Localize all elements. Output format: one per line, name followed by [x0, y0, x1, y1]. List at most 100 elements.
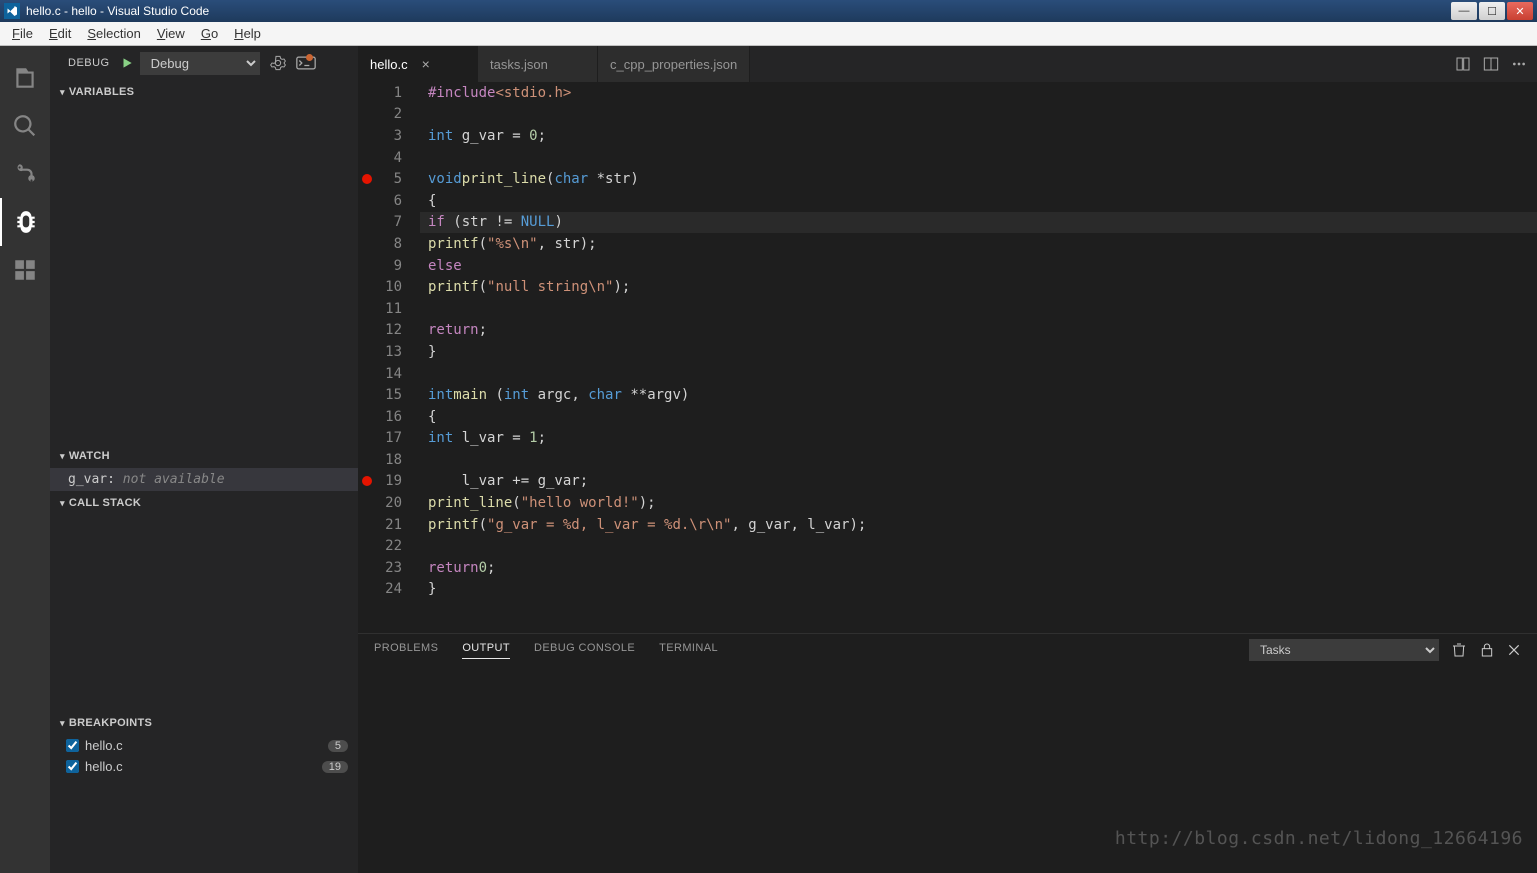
breakpoint-slot[interactable]: [358, 492, 376, 514]
breakpoint-slot[interactable]: [358, 557, 376, 579]
breakpoint-slot[interactable]: [358, 449, 376, 471]
code-line[interactable]: [420, 147, 1537, 169]
editor-tab[interactable]: c_cpp_properties.json: [598, 46, 750, 82]
callstack-section-header[interactable]: ▾ CALL STACK: [50, 491, 358, 515]
breakpoint-slot[interactable]: [358, 579, 376, 601]
close-button[interactable]: ✕: [1507, 2, 1533, 20]
breakpoint-slot[interactable]: [358, 125, 376, 147]
breakpoints-section-header[interactable]: ▾ BREAKPOINTS: [50, 711, 358, 735]
variables-section-header[interactable]: ▾ VARIABLES: [50, 80, 358, 104]
code-line[interactable]: }: [420, 579, 1537, 601]
breakpoint-slot[interactable]: [358, 212, 376, 234]
breakpoint-item[interactable]: hello.c19: [50, 756, 358, 777]
code-line[interactable]: {: [420, 406, 1537, 428]
clear-output-icon[interactable]: [1451, 642, 1467, 658]
code-line[interactable]: void print_line(char *str): [420, 168, 1537, 190]
code-line[interactable]: print_line("hello world!");: [420, 492, 1537, 514]
breakpoint-slot[interactable]: [358, 320, 376, 342]
breakpoint-slot[interactable]: [358, 190, 376, 212]
code-line[interactable]: printf("%s\n", str);: [420, 233, 1537, 255]
breakpoint-line: 19: [322, 761, 348, 773]
panel-tab-problems[interactable]: PROBLEMS: [374, 642, 438, 658]
line-number: 4: [376, 147, 420, 169]
start-debug-icon[interactable]: [120, 56, 134, 70]
breakpoint-slot[interactable]: [358, 406, 376, 428]
breakpoint-slot[interactable]: [358, 341, 376, 363]
minimize-button[interactable]: —: [1451, 2, 1477, 20]
code-editor[interactable]: 123456789101112131415161718192021222324 …: [358, 82, 1537, 633]
menu-edit[interactable]: Edit: [41, 24, 79, 43]
code-line[interactable]: l_var += g_var;: [420, 471, 1537, 493]
watch-body: g_var: not available: [50, 468, 358, 491]
breakpoint-slot[interactable]: [358, 82, 376, 104]
breakpoint-slot[interactable]: [358, 471, 376, 493]
editor-tab[interactable]: tasks.json: [478, 46, 598, 82]
breakpoint-slot[interactable]: [358, 276, 376, 298]
code-line[interactable]: return 0;: [420, 557, 1537, 579]
activity-scm[interactable]: [0, 150, 50, 198]
code-line[interactable]: if (str != NULL): [420, 212, 1537, 234]
code-line[interactable]: #include <stdio.h>: [420, 82, 1537, 104]
watch-section-header[interactable]: ▾ WATCH: [50, 444, 358, 468]
maximize-button[interactable]: ☐: [1479, 2, 1505, 20]
code-line[interactable]: [420, 363, 1537, 385]
menu-help[interactable]: Help: [226, 24, 269, 43]
breakpoint-gutter[interactable]: [358, 82, 376, 633]
code-line[interactable]: }: [420, 341, 1537, 363]
code-content[interactable]: #include <stdio.h> int g_var = 0; void pri…: [420, 82, 1537, 633]
compare-icon[interactable]: [1455, 56, 1471, 72]
line-number: 13: [376, 341, 420, 363]
line-number: 6: [376, 190, 420, 212]
code-line[interactable]: {: [420, 190, 1537, 212]
gear-icon[interactable]: [270, 55, 286, 71]
menu-selection[interactable]: Selection: [79, 24, 148, 43]
line-number: 7: [376, 212, 420, 234]
code-line[interactable]: [420, 298, 1537, 320]
close-panel-icon[interactable]: [1507, 643, 1521, 657]
breakpoint-slot[interactable]: [358, 384, 376, 406]
breakpoint-slot[interactable]: [358, 514, 376, 536]
code-line[interactable]: printf("null string\n");: [420, 276, 1537, 298]
code-line[interactable]: [420, 449, 1537, 471]
menu-view[interactable]: View: [149, 24, 193, 43]
panel-tab-debug-console[interactable]: DEBUG CONSOLE: [534, 642, 635, 658]
breakpoint-slot[interactable]: [358, 298, 376, 320]
code-line[interactable]: [420, 104, 1537, 126]
split-editor-icon[interactable]: [1483, 56, 1499, 72]
breakpoint-checkbox[interactable]: [66, 739, 79, 752]
code-line[interactable]: int l_var = 1;: [420, 428, 1537, 450]
activity-extensions[interactable]: [0, 246, 50, 294]
debug-console-icon[interactable]: [296, 56, 316, 70]
panel-tab-output[interactable]: OUTPUT: [462, 642, 510, 659]
breakpoint-slot[interactable]: [358, 535, 376, 557]
debug-config-select[interactable]: Debug: [140, 52, 260, 75]
breakpoint-slot[interactable]: [358, 233, 376, 255]
watch-item[interactable]: g_var: not available: [50, 468, 358, 491]
code-line[interactable]: int g_var = 0;: [420, 125, 1537, 147]
output-channel-select[interactable]: Tasks: [1249, 639, 1439, 661]
line-number: 21: [376, 514, 420, 536]
breakpoint-item[interactable]: hello.c5: [50, 735, 358, 756]
breakpoint-slot[interactable]: [358, 168, 376, 190]
close-tab-icon[interactable]: ×: [422, 56, 430, 72]
breakpoint-slot[interactable]: [358, 255, 376, 277]
lock-scroll-icon[interactable]: [1479, 642, 1495, 658]
code-line[interactable]: return;: [420, 320, 1537, 342]
menu-go[interactable]: Go: [193, 24, 226, 43]
menu-file[interactable]: File: [4, 24, 41, 43]
breakpoint-slot[interactable]: [358, 428, 376, 450]
breakpoint-slot[interactable]: [358, 363, 376, 385]
code-line[interactable]: int main (int argc, char **argv): [420, 384, 1537, 406]
activity-debug[interactable]: [0, 198, 50, 246]
editor-tab[interactable]: hello.c×: [358, 46, 478, 82]
breakpoint-checkbox[interactable]: [66, 760, 79, 773]
more-icon[interactable]: [1511, 56, 1527, 72]
activity-search[interactable]: [0, 102, 50, 150]
code-line[interactable]: printf("g_var = %d, l_var = %d.\r\n", g_…: [420, 514, 1537, 536]
activity-explorer[interactable]: [0, 54, 50, 102]
code-line[interactable]: else: [420, 255, 1537, 277]
code-line[interactable]: [420, 535, 1537, 557]
breakpoint-slot[interactable]: [358, 147, 376, 169]
panel-tab-terminal[interactable]: TERMINAL: [659, 642, 718, 658]
breakpoint-slot[interactable]: [358, 104, 376, 126]
